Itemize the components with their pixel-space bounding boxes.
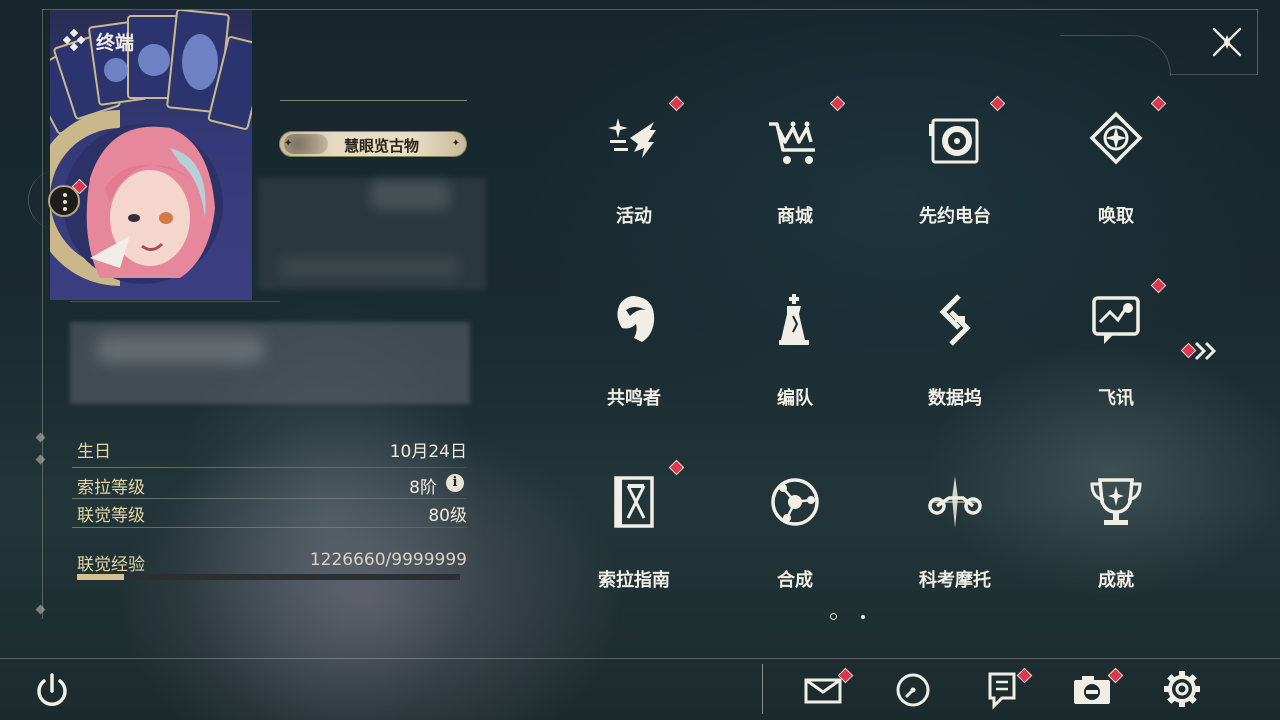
data-dock-icon — [939, 294, 971, 346]
motorbike-icon — [928, 476, 982, 528]
redacted-name-area — [370, 180, 450, 210]
menu-item-resonators[interactable]: 共鸣者 — [559, 282, 709, 432]
title-badge[interactable]: ✦ ✦ 慧眼览古物 — [279, 131, 467, 157]
badge-label: 慧眼览古物 — [344, 137, 420, 155]
menu-item-summon[interactable]: 唤取 — [1041, 95, 1191, 250]
menu-label: 先约电台 — [919, 206, 991, 227]
menu-item-shop[interactable]: 商城 — [720, 95, 870, 250]
menu-label: 商城 — [777, 206, 813, 227]
menu-item-team[interactable]: 编队 — [720, 282, 870, 432]
close-icon[interactable] — [1208, 23, 1246, 61]
exp-progress-fill — [77, 574, 124, 580]
union-exp-value: 1226660/9999999 — [309, 550, 467, 570]
menu-item-messages[interactable]: 飞讯 — [1041, 277, 1191, 432]
badge-spark-icon: ✦ — [284, 138, 293, 149]
menu-item-synthesis[interactable]: 合成 — [720, 464, 870, 614]
stat-divider — [72, 467, 467, 468]
side-ornament — [35, 454, 46, 465]
frame-right-line — [1257, 9, 1258, 75]
menu-label: 合成 — [777, 570, 813, 591]
side-ornament — [35, 432, 46, 443]
notify-dot — [1150, 277, 1167, 294]
union-level-value: 80级 — [428, 506, 467, 526]
badge-spark-icon: ✦ — [451, 138, 460, 149]
menu-item-activity[interactable]: 活动 — [559, 95, 709, 250]
frame-corner-curve — [1060, 35, 1171, 76]
menu-label: 飞讯 — [1098, 388, 1134, 409]
redacted-signature-area — [95, 335, 265, 363]
frame-left-line — [42, 9, 43, 619]
stat-divider — [72, 527, 467, 528]
birthday-label: 生日 — [77, 442, 111, 462]
frame-corner-line — [1170, 74, 1258, 75]
guide-book-icon — [614, 476, 654, 528]
bottom-bar-border — [0, 658, 1280, 659]
notify-dot — [668, 95, 685, 112]
power-icon[interactable] — [30, 671, 74, 711]
terminal-diamond-icon — [62, 28, 86, 52]
settings-icon[interactable] — [1160, 669, 1204, 709]
side-ornament — [35, 604, 46, 615]
notify-dot — [829, 95, 846, 112]
menu-label: 编队 — [777, 388, 813, 409]
clock-icon[interactable] — [891, 670, 935, 710]
menu-item-achievements[interactable]: 成就 — [1041, 464, 1191, 614]
character-head-icon — [617, 296, 655, 342]
birthday-value: 10月24日 — [389, 442, 467, 462]
page-title: 终端 — [96, 32, 135, 54]
redacted-name-area — [280, 256, 460, 280]
union-exp-label: 联觉经验 — [77, 555, 145, 575]
next-page-arrow-icon[interactable] — [1180, 340, 1220, 362]
stat-divider — [72, 498, 467, 499]
menu-label: 索拉指南 — [598, 570, 670, 591]
menu-label: 成就 — [1098, 570, 1134, 591]
compass-star-icon — [1089, 111, 1143, 165]
menu-label: 唤取 — [1098, 206, 1134, 227]
crown-cart-icon — [769, 121, 815, 164]
turntable-icon — [929, 118, 979, 164]
menu-label: 活动 — [616, 206, 652, 227]
menu-item-sola-guide[interactable]: 索拉指南 — [559, 459, 709, 614]
exp-progress-track — [77, 574, 460, 580]
menu-item-motorbike[interactable]: 科考摩托 — [880, 464, 1030, 614]
sola-level-value: 8阶 — [409, 478, 437, 498]
bottom-divider — [762, 664, 763, 714]
name-underline — [280, 100, 467, 101]
synthesis-orbit-icon — [771, 478, 819, 526]
message-bubble-icon — [1092, 296, 1140, 344]
trophy-icon — [1090, 478, 1142, 525]
menu-label: 科考摩托 — [919, 570, 991, 591]
sparkle-feather-icon — [608, 118, 656, 158]
union-level-label: 联觉等级 — [77, 506, 145, 526]
notify-dot — [668, 459, 685, 476]
chess-pieces-icon — [779, 294, 809, 345]
page-dot[interactable] — [861, 615, 865, 619]
notify-dot — [989, 95, 1006, 112]
notify-dot — [1150, 95, 1167, 112]
menu-label: 共鸣者 — [607, 388, 661, 409]
sola-level-label: 索拉等级 — [77, 478, 145, 498]
menu-label: 数据坞 — [928, 388, 982, 409]
profile-divider — [70, 301, 280, 302]
page-dot-active[interactable] — [830, 613, 837, 620]
menu-item-radio[interactable]: 先约电台 — [880, 95, 1030, 250]
menu-item-data-dock[interactable]: 数据坞 — [880, 282, 1030, 432]
info-icon[interactable]: i — [446, 474, 464, 492]
